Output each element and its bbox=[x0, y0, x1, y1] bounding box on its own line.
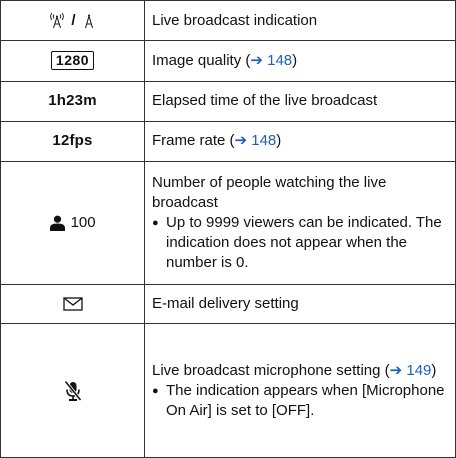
viewer-person-icon bbox=[49, 214, 70, 231]
live-broadcast-icon bbox=[47, 12, 71, 29]
icon-separator: / bbox=[71, 11, 76, 29]
table-row: 12fps Frame rate (➔ 148) bbox=[0, 120, 456, 162]
elapsed-time-icon: 1h23m bbox=[48, 92, 97, 110]
table-row: 1h23m Elapsed time of the live broadcast bbox=[0, 81, 456, 122]
description-text: Image quality ( bbox=[152, 52, 251, 70]
table-row: Live broadcast microphone setting (➔ 149… bbox=[0, 323, 456, 458]
description-cell: E-mail delivery setting bbox=[144, 284, 456, 325]
icon-description-table: / Live broadcast indication 1280 Image q… bbox=[0, 0, 456, 458]
icon-cell: 1h23m bbox=[0, 81, 145, 122]
description-cell: Elapsed time of the live broadcast bbox=[144, 81, 456, 122]
description-text: E-mail delivery setting bbox=[152, 295, 299, 313]
live-broadcast-off-icon bbox=[80, 12, 98, 29]
description-text: Elapsed time of the live broadcast bbox=[152, 92, 378, 110]
description-text: Live broadcast microphone setting ( bbox=[152, 361, 390, 379]
description-cell: Image quality (➔ 148) bbox=[144, 40, 456, 83]
icon-cell: 100 bbox=[0, 160, 145, 286]
description-suffix: ) bbox=[292, 52, 298, 70]
description-line: Live broadcast microphone setting (➔ 149… bbox=[152, 361, 449, 381]
bullet-text: Up to 9999 viewers can be indicated. The… bbox=[166, 213, 442, 271]
table-row: / Live broadcast indication bbox=[0, 0, 456, 42]
description-suffix: ) bbox=[431, 361, 437, 379]
table-row: 1280 Image quality (➔ 148) bbox=[0, 40, 456, 83]
bullet-text: The indication appears when [Microphone … bbox=[166, 381, 445, 419]
image-quality-icon: 1280 bbox=[50, 51, 95, 71]
description-text: Live broadcast indication bbox=[152, 11, 318, 29]
page-reference-link[interactable]: ➔ 148 bbox=[235, 132, 277, 149]
icon-cell: 12fps bbox=[0, 120, 145, 162]
icon-cell bbox=[0, 323, 145, 458]
frame-rate-icon: 12fps bbox=[52, 132, 93, 150]
bullet-icon: ● bbox=[152, 384, 159, 397]
description-text: Frame rate ( bbox=[152, 132, 235, 150]
icon-cell: / bbox=[0, 0, 145, 42]
bullet-icon: ● bbox=[152, 216, 159, 229]
viewer-count: 100 bbox=[70, 213, 96, 231]
icon-cell: 1280 bbox=[0, 40, 145, 83]
microphone-off-icon bbox=[63, 380, 83, 401]
page-reference-link[interactable]: ➔ 149 bbox=[390, 362, 432, 379]
description-text: Number of people watching the live broad… bbox=[152, 173, 387, 211]
envelope-icon bbox=[62, 295, 83, 312]
description-cell: Live broadcast microphone setting (➔ 149… bbox=[144, 323, 456, 458]
page-reference-link[interactable]: ➔ 148 bbox=[250, 52, 292, 69]
icon-cell bbox=[0, 284, 145, 325]
table-row: E-mail delivery setting bbox=[0, 284, 456, 325]
bullet-note: ● Up to 9999 viewers can be indicated. T… bbox=[152, 213, 449, 273]
description-cell: Live broadcast indication bbox=[144, 0, 456, 42]
description-cell: Frame rate (➔ 148) bbox=[144, 120, 456, 162]
description-cell: Number of people watching the live broad… bbox=[144, 160, 456, 286]
bullet-note: ● The indication appears when [Microphon… bbox=[152, 381, 449, 421]
table-row: 100 Number of people watching the live b… bbox=[0, 160, 456, 286]
description-suffix: ) bbox=[276, 132, 282, 150]
